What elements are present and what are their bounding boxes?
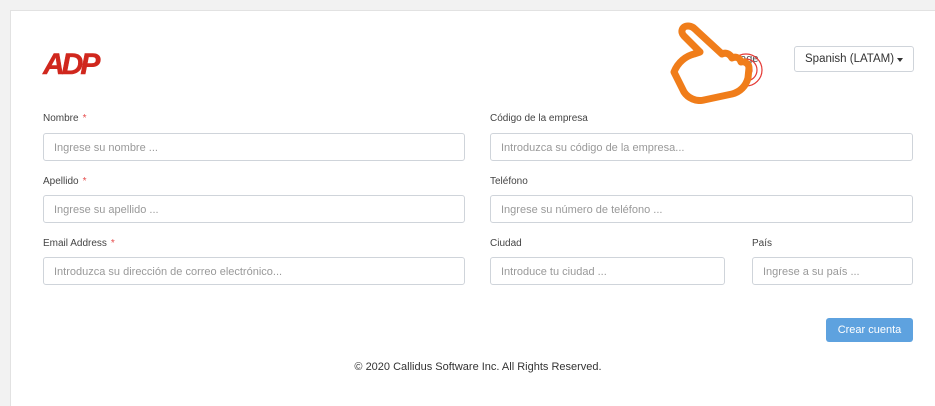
- language-selected-value: Spanish (LATAM): [805, 53, 895, 65]
- email-input[interactable]: Introduzca su dirección de correo electr…: [43, 257, 465, 285]
- required-marker: *: [110, 238, 115, 249]
- footer-copyright: © 2020 Callidus Software Inc. All Rights…: [354, 361, 602, 373]
- telefono-input[interactable]: Ingrese su número de teléfono ...: [490, 195, 913, 223]
- svg-text:ADP: ADP: [42, 48, 101, 78]
- language-select[interactable]: Spanish (LATAM): [794, 46, 914, 72]
- email-label: Email Address *: [43, 238, 115, 249]
- telefono-label: Teléfono: [490, 176, 528, 187]
- crear-cuenta-button[interactable]: Crear cuenta: [826, 318, 913, 342]
- apellido-label: Apellido *: [43, 176, 87, 187]
- nombre-input[interactable]: Ingrese su nombre ...: [43, 133, 465, 161]
- ciudad-input[interactable]: Introduce tu ciudad ...: [490, 257, 725, 285]
- nombre-label: Nombre *: [43, 113, 87, 124]
- codigo-input[interactable]: Introduzca su código de la empresa...: [490, 133, 913, 161]
- pais-input[interactable]: Ingrese a su país ...: [752, 257, 913, 285]
- codigo-label: Código de la empresa: [490, 113, 588, 124]
- required-marker: *: [82, 176, 87, 187]
- pais-label: País: [752, 238, 773, 249]
- adp-logo: ADP: [42, 48, 105, 78]
- ciudad-label: Ciudad: [490, 238, 522, 249]
- apellido-input[interactable]: Ingrese su apellido ...: [43, 195, 465, 223]
- required-marker: *: [82, 113, 87, 124]
- caret-down-icon: [897, 58, 903, 62]
- pointing-hand-icon: [670, 22, 763, 104]
